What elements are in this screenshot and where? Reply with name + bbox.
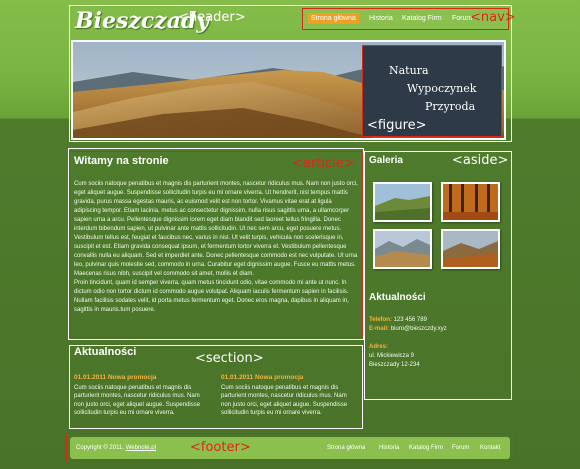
email-line: E-mail: biuro@bieszczdy.xyz [369, 326, 447, 332]
article-paragraph: Proin tincidunt, quam id semper viverra,… [74, 280, 349, 313]
caption-rest: Wypoczynek [407, 82, 477, 95]
news-text: Cum sociis natoque penatibus et magnis d… [221, 384, 348, 417]
nav-item-history[interactable]: Historia [366, 13, 396, 24]
gallery-title: Galeria [369, 155, 403, 166]
gallery-thumb[interactable] [441, 182, 500, 222]
phone-value: 123 456 789 [393, 317, 427, 323]
header-annotation: <header> [178, 10, 246, 25]
nav-item-home[interactable]: Strona główna [308, 13, 359, 24]
figure-caption-box: Natura Wypoczynek Przyroda <figure> [362, 45, 502, 137]
gallery-thumb[interactable] [441, 229, 500, 269]
section-annotation: <section> [195, 351, 264, 366]
caption-wildlife: Przyroda [425, 100, 476, 113]
footer-copyright: Copyright © 2011, Webnote.pl [76, 445, 156, 451]
news-item: 01.01.2011 Nowa promocja Cum sociis nato… [74, 374, 209, 418]
figure-annotation: <figure> [367, 118, 427, 133]
footer-annotation: <footer> [190, 440, 251, 455]
article-body: Cum sociis natoque penatibus et magnis d… [74, 180, 359, 315]
address-line-2: Bieszczady 12-234 [369, 362, 420, 368]
phone-line: Telefon: 123 456 789 [369, 317, 427, 323]
copyright-text: Copyright © 2011, [76, 445, 125, 451]
gallery-thumb[interactable] [373, 182, 432, 222]
footer-link-forum[interactable]: Forum [452, 445, 469, 451]
address-label-line: Adres: [369, 344, 388, 350]
contact-title: Aktualności [369, 292, 426, 303]
news-item: 01.01.2011 Nowa promocja Cum sociis nato… [221, 374, 356, 418]
caption-nature: Natura [389, 64, 429, 77]
email-label: E-mail: [369, 326, 390, 332]
news-date[interactable]: 01.01.2011 Nowa promocja [74, 374, 209, 383]
nav-item-catalog[interactable]: Katalog Firm [399, 13, 445, 24]
gallery-thumb[interactable] [373, 229, 432, 269]
news-date[interactable]: 01.01.2011 Nowa promocja [221, 374, 356, 383]
footer-link-history[interactable]: Historia [379, 445, 399, 451]
footer-link-catalog[interactable]: Katalog Firm [409, 445, 443, 451]
article-paragraph: Cum sociis natoque penatibus et magnis d… [74, 181, 358, 277]
news-title: Aktualności [74, 346, 137, 358]
copyright-link[interactable]: Webnote.pl [126, 445, 156, 451]
article-title: Witamy na stronie [74, 155, 169, 167]
address-label: Adres: [369, 344, 389, 350]
nav-annotation: <nav> [470, 10, 516, 25]
address-line-1: ul. Mickiewicza 9 [369, 353, 415, 359]
footer-link-contact[interactable]: Kontakt [480, 445, 500, 451]
phone-label: Telefon: [369, 317, 392, 323]
article-annotation: <article> [292, 156, 355, 171]
news-text: Cum sociis natoque penatibus et magnis d… [74, 384, 201, 417]
footer-link-home[interactable]: Strona główna [327, 445, 365, 451]
aside-annotation: <aside> [452, 153, 509, 168]
email-value[interactable]: biuro@bieszczdy.xyz [391, 326, 447, 332]
